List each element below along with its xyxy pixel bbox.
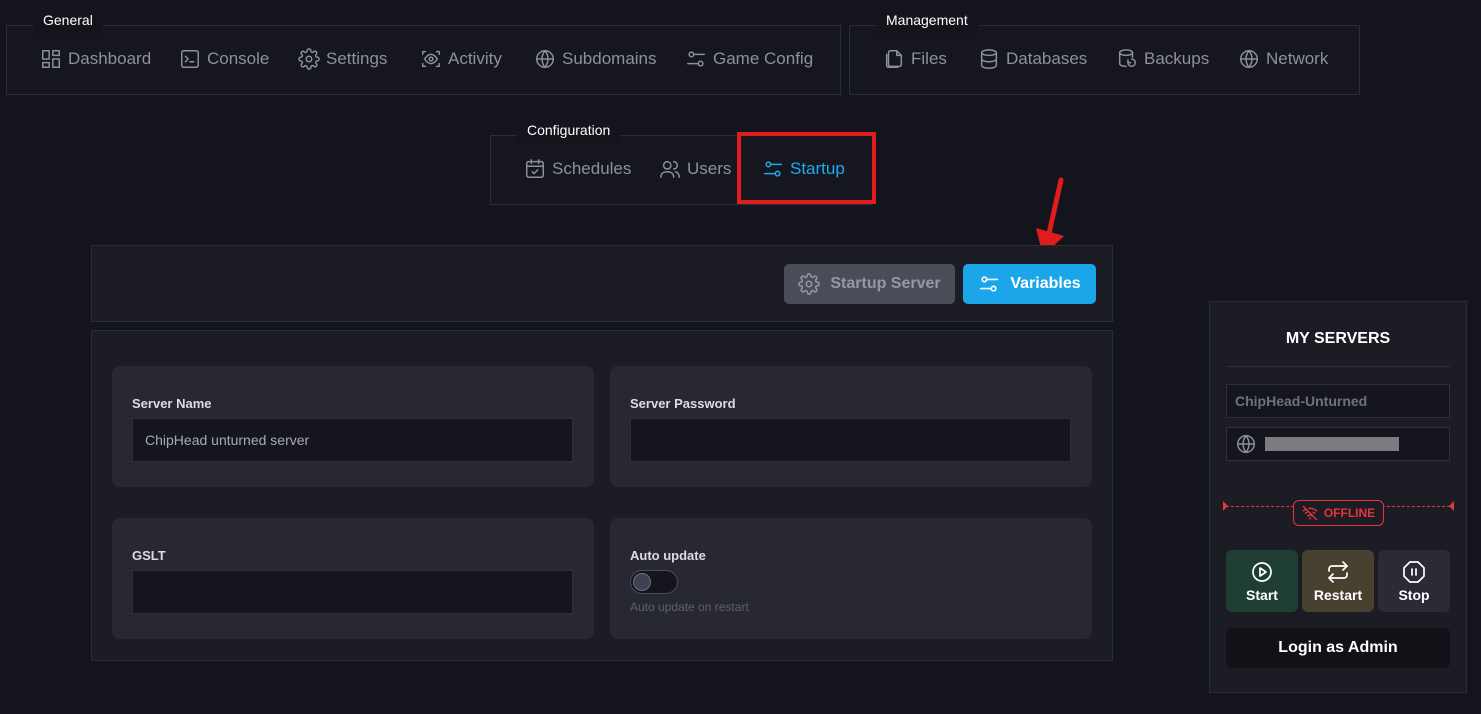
server-address-box[interactable] <box>1226 427 1450 461</box>
nav-item-users-label: Users <box>687 159 732 178</box>
variables-button-label: Variables <box>1010 275 1081 292</box>
nav-item-files-label: Files <box>911 49 947 68</box>
start-button-label: Start <box>1246 586 1278 603</box>
gslt-input[interactable] <box>132 570 573 614</box>
auto-update-card: Auto update Auto update on restart <box>610 518 1092 639</box>
sliders-icon <box>687 51 705 67</box>
calendar-icon <box>526 159 544 178</box>
restart-button-label: Restart <box>1313 586 1363 603</box>
start-button[interactable]: Start <box>1226 550 1298 612</box>
nav-group-management-label: Management <box>876 6 978 34</box>
status-text: OFFLINE <box>1323 506 1376 520</box>
auto-update-toggle-knob <box>633 573 651 591</box>
files-icon <box>885 50 903 68</box>
startup-server-button-label: Startup Server <box>830 275 941 292</box>
my-servers-sidebar: MY SERVERS ChipHead-Unturned OFFLINE Sta… <box>1209 301 1467 693</box>
globe-icon <box>1240 50 1258 68</box>
gear-icon <box>798 273 821 295</box>
repeat-icon <box>1328 560 1348 583</box>
nav-item-schedules[interactable]: Schedules <box>524 158 631 180</box>
nav-item-settings-label: Settings <box>326 49 388 68</box>
globe-icon <box>1237 434 1255 454</box>
server-name-card: Server Name <box>112 366 594 487</box>
restart-button[interactable]: Restart <box>1302 550 1374 612</box>
nav-item-users[interactable]: Users <box>659 158 731 180</box>
nav-item-network[interactable]: Network <box>1238 48 1328 70</box>
nav-item-files[interactable]: Files <box>883 48 947 70</box>
nav-group-configuration-label: Configuration <box>517 116 621 144</box>
annotation-highlight-box <box>737 132 876 204</box>
startup-server-button[interactable]: Startup Server <box>784 264 955 304</box>
nav-item-settings[interactable]: Settings <box>298 48 387 70</box>
server-address-redacted <box>1265 437 1399 451</box>
dashboard-icon <box>42 50 60 68</box>
server-password-card: Server Password <box>610 366 1092 487</box>
nav-item-databases[interactable]: Databases <box>978 48 1087 70</box>
stop-button[interactable]: Stop <box>1378 550 1450 612</box>
users-icon <box>660 160 680 178</box>
globe-icon <box>536 50 554 68</box>
stop-button-label: Stop <box>1398 586 1430 603</box>
stop-octagon-icon <box>1403 560 1425 583</box>
activity-icon <box>422 50 440 68</box>
login-as-admin-label: Login as Admin <box>1278 639 1398 656</box>
database-icon <box>980 49 998 69</box>
sidebar-divider <box>1226 366 1450 367</box>
nav-item-game-config[interactable]: Game Config <box>685 48 813 70</box>
auto-update-toggle[interactable] <box>630 570 678 594</box>
my-servers-title: MY SERVERS <box>1285 330 1391 347</box>
backup-icon <box>1118 49 1136 68</box>
nav-item-dashboard[interactable]: Dashboard <box>40 48 151 70</box>
gslt-label: GSLT <box>132 548 166 563</box>
variables-button[interactable]: Variables <box>963 264 1096 304</box>
status-badge: OFFLINE <box>1293 500 1384 526</box>
auto-update-helper-text: Auto update on restart <box>630 600 749 614</box>
server-password-input[interactable] <box>630 418 1071 462</box>
server-name-input[interactable] <box>132 418 573 462</box>
nav-item-backups-label: Backups <box>1144 49 1210 68</box>
status-line-right-cap <box>1449 501 1454 511</box>
nav-item-console[interactable]: Console <box>179 48 269 70</box>
nav-item-backups[interactable]: Backups <box>1116 48 1209 70</box>
gslt-card: GSLT <box>112 518 594 639</box>
nav-item-schedules-label: Schedules <box>552 159 632 178</box>
nav-group-general-label: General <box>33 6 103 34</box>
server-name-label: Server Name <box>132 396 212 411</box>
nav-item-dashboard-label: Dashboard <box>68 49 152 68</box>
nav-item-console-label: Console <box>207 49 270 68</box>
nav-item-subdomains-label: Subdomains <box>562 49 657 68</box>
nav-item-databases-label: Databases <box>1006 49 1088 68</box>
sliders-icon <box>980 276 999 292</box>
startup-toolbar <box>91 245 1113 322</box>
nav-item-game-config-label: Game Config <box>713 49 814 68</box>
login-as-admin-button[interactable]: Login as Admin <box>1226 628 1450 668</box>
server-password-label: Server Password <box>630 396 736 411</box>
auto-update-label: Auto update <box>630 548 706 563</box>
nav-item-activity-label: Activity <box>448 49 502 68</box>
play-icon <box>1252 561 1272 582</box>
nav-item-subdomains[interactable]: Subdomains <box>534 48 657 70</box>
server-name-text: ChipHead-Unturned <box>1235 393 1368 409</box>
wifi-off-icon <box>1302 505 1318 521</box>
gear-icon <box>298 48 320 70</box>
terminal-icon <box>181 50 199 68</box>
server-name-box[interactable]: ChipHead-Unturned <box>1226 384 1450 418</box>
nav-item-network-label: Network <box>1266 49 1329 68</box>
nav-item-activity[interactable]: Activity <box>420 48 502 70</box>
status-line-left-cap <box>1223 501 1228 511</box>
